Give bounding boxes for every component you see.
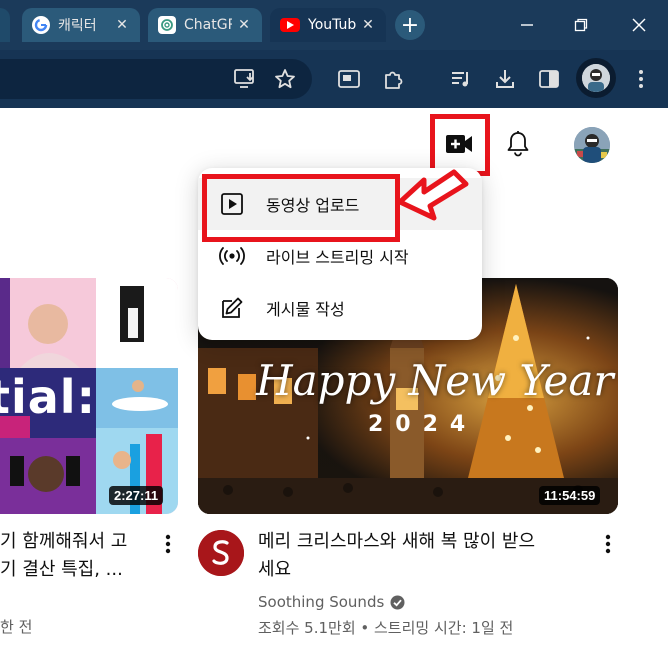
side-panel-icon[interactable] bbox=[536, 66, 562, 92]
new-tab-button[interactable]: + bbox=[395, 10, 425, 40]
live-broadcast-icon bbox=[218, 242, 246, 270]
profile-picture bbox=[582, 64, 610, 92]
tab-title: YouTube bbox=[308, 17, 356, 33]
red-arrow-annotation bbox=[398, 169, 469, 221]
extensions-icon[interactable] bbox=[380, 66, 406, 92]
screen: 캐릭터 ✕ ChatGPT ✕ YouTube ✕ + bbox=[0, 0, 668, 654]
more-menu-icon[interactable] bbox=[628, 66, 654, 92]
close-icon[interactable]: ✕ bbox=[360, 17, 376, 33]
close-window-icon[interactable] bbox=[626, 12, 652, 38]
channel-name[interactable]: Soothing Sounds bbox=[258, 593, 384, 611]
chatgpt-icon bbox=[158, 16, 176, 34]
tab-youtube[interactable]: YouTube ✕ bbox=[270, 8, 386, 42]
address-bar[interactable] bbox=[0, 59, 312, 99]
browser-toolbar bbox=[0, 50, 668, 108]
video-meta: 한 전 bbox=[0, 618, 33, 636]
video-title[interactable]: 기 함께해줘서 고 기 결산 특집, ... bbox=[0, 528, 150, 584]
tab-chatgpt[interactable]: ChatGPT ✕ bbox=[148, 8, 262, 42]
youtube-icon bbox=[280, 18, 300, 32]
tab-google[interactable]: 캐릭터 ✕ bbox=[22, 8, 140, 42]
channel-name-row[interactable]: Soothing Sounds bbox=[258, 593, 405, 611]
media-controls-icon[interactable] bbox=[448, 66, 474, 92]
thumbnail-title: Happy New Year bbox=[256, 356, 614, 405]
close-icon[interactable]: ✕ bbox=[114, 17, 130, 33]
thumbnail-text: tial: bbox=[0, 370, 96, 424]
google-icon bbox=[32, 16, 50, 34]
menu-item-create-post[interactable]: 게시물 작성 bbox=[198, 282, 482, 334]
video-duration: 2:27:11 bbox=[109, 486, 164, 505]
account-avatar[interactable] bbox=[574, 127, 610, 163]
thumbnail-year: 2024 bbox=[368, 412, 478, 437]
minimize-icon[interactable] bbox=[514, 12, 540, 38]
close-icon[interactable]: ✕ bbox=[236, 17, 252, 33]
channel-avatar[interactable] bbox=[198, 530, 244, 576]
tab-partial[interactable] bbox=[0, 8, 10, 42]
video-title-line: 세요 bbox=[258, 559, 292, 580]
menu-item-label: 게시물 작성 bbox=[266, 300, 345, 319]
browser-tab-strip: 캐릭터 ✕ ChatGPT ✕ YouTube ✕ + bbox=[0, 0, 668, 50]
edit-post-icon bbox=[218, 294, 246, 322]
bookmark-star-icon[interactable] bbox=[272, 66, 298, 92]
video-menu-icon[interactable] bbox=[598, 530, 618, 558]
notifications-button[interactable] bbox=[500, 124, 536, 164]
video-title-line: 기 결산 특집, ... bbox=[0, 559, 123, 580]
soothing-sounds-logo-icon bbox=[198, 530, 244, 576]
verified-badge-icon bbox=[390, 595, 405, 610]
download-icon[interactable] bbox=[492, 66, 518, 92]
video-menu-icon[interactable] bbox=[158, 530, 178, 558]
menu-item-label: 라이브 스트리밍 시작 bbox=[266, 248, 409, 267]
video-thumbnail-left[interactable]: tial: 2:27:11 bbox=[0, 278, 178, 514]
video-title-line: 메리 크리스마스와 새해 복 많이 받으 bbox=[258, 531, 536, 552]
install-app-icon[interactable] bbox=[232, 66, 258, 92]
tab-title: 캐릭터 bbox=[58, 18, 97, 34]
video-title[interactable]: 메리 크리스마스와 새해 복 많이 받으 세요 bbox=[258, 528, 588, 584]
video-meta: 조회수 5.1만회 • 스트리밍 시간: 1일 전 bbox=[258, 619, 514, 637]
restore-icon[interactable] bbox=[568, 12, 594, 38]
picture-in-picture-icon[interactable] bbox=[336, 66, 362, 92]
video-duration: 11:54:59 bbox=[539, 486, 601, 505]
tab-title: ChatGPT bbox=[184, 17, 232, 33]
upload-item-highlight bbox=[202, 174, 400, 242]
bell-icon bbox=[507, 131, 529, 157]
browser-profile-avatar[interactable] bbox=[576, 58, 616, 98]
video-title-line: 기 함께해줘서 고 bbox=[0, 531, 128, 552]
